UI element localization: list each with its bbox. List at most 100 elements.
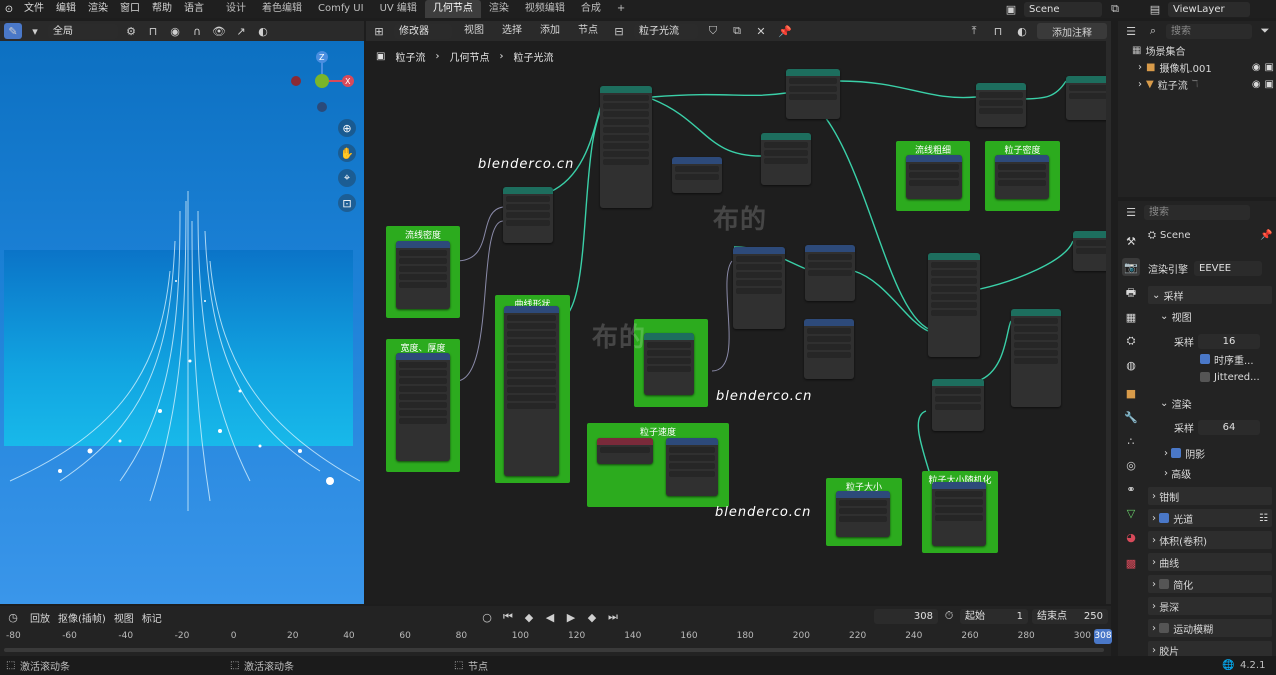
node-points[interactable] bbox=[928, 253, 980, 357]
playback-menu[interactable]: 回放 bbox=[30, 610, 50, 625]
render-samples-field[interactable]: 64 bbox=[1198, 419, 1260, 435]
panel-sampling[interactable]: ⌄ 采样 bbox=[1148, 286, 1272, 304]
outliner-search[interactable]: 搜索 bbox=[1166, 23, 1252, 39]
node-thickness[interactable] bbox=[906, 155, 962, 199]
viewport-samples-field[interactable]: 16 bbox=[1198, 333, 1260, 349]
texture-icon[interactable]: ▩ bbox=[1122, 554, 1140, 572]
frame-ruler[interactable]: -80 -60 -40 -20 0 20 40 60 80 100 120 140 160 180 200 2… bbox=[0, 630, 1111, 646]
tab-compositing[interactable]: 合成 bbox=[573, 0, 609, 18]
node-instance-on-points[interactable] bbox=[1011, 309, 1061, 407]
menu-edit[interactable]: 编辑 bbox=[50, 0, 82, 18]
eye-icon[interactable]: ◉ bbox=[1252, 62, 1261, 73]
node-size[interactable] bbox=[836, 491, 890, 537]
node-density[interactable] bbox=[396, 241, 450, 309]
render-icon[interactable]: ▣ bbox=[1265, 79, 1274, 90]
node-speed[interactable] bbox=[666, 438, 718, 496]
modifier-icon[interactable]: 🔧 bbox=[1122, 408, 1140, 426]
globe-icon[interactable]: 🌐 bbox=[1222, 660, 1234, 671]
eye-icon[interactable]: ◉ bbox=[1252, 79, 1261, 90]
particles-icon[interactable]: ∴ bbox=[1122, 432, 1140, 450]
tool-icon[interactable]: ⚒ bbox=[1122, 232, 1140, 250]
timeline-editor-icon[interactable]: ◷ bbox=[4, 609, 22, 625]
node-random[interactable] bbox=[804, 319, 854, 379]
outliner-editor-icon[interactable]: ☰ bbox=[1122, 23, 1140, 39]
tab-geometry-nodes[interactable]: 几何节点 bbox=[424, 0, 481, 18]
node-scale[interactable] bbox=[672, 157, 722, 193]
checkbox-checked-icon[interactable] bbox=[1159, 513, 1170, 523]
checkbox-unchecked-icon[interactable] bbox=[1159, 623, 1170, 633]
tab-shading[interactable]: 着色编辑 bbox=[254, 0, 310, 18]
object-icon[interactable]: ■ bbox=[1122, 384, 1140, 402]
node-float-curve[interactable] bbox=[733, 247, 785, 329]
menu-file[interactable]: 文件 bbox=[18, 0, 50, 18]
properties-editor-icon[interactable]: ☰ bbox=[1122, 204, 1140, 220]
node-set-material[interactable] bbox=[976, 83, 1026, 127]
node-realize[interactable] bbox=[600, 86, 652, 208]
tab-video-editing[interactable]: 视频编辑 bbox=[517, 0, 573, 18]
gizmo-icon[interactable]: ↗ bbox=[232, 23, 250, 39]
node-instance[interactable] bbox=[503, 187, 553, 243]
node-math[interactable] bbox=[805, 245, 855, 301]
panel-dof[interactable]: › 景深 bbox=[1148, 597, 1272, 615]
modifier-wrench-icon[interactable]: ℸ bbox=[1192, 79, 1198, 90]
pivot-icon[interactable]: ⚙ bbox=[122, 23, 140, 39]
node-set-position[interactable] bbox=[932, 379, 984, 431]
output-icon[interactable]: 🖶 bbox=[1122, 284, 1140, 302]
render-engine-select[interactable]: EEVEE bbox=[1194, 260, 1262, 276]
panel-motion-blur[interactable]: › 运动模糊 bbox=[1148, 619, 1272, 637]
outliner-item-particle[interactable]: › ▼ 粒子流 ℸ ◉ ▣ bbox=[1138, 77, 1274, 92]
marker-menu[interactable]: 标记 bbox=[142, 610, 162, 625]
tab-uv-editing[interactable]: UV 编辑 bbox=[372, 0, 425, 18]
menu-window[interactable]: 窗口 bbox=[114, 0, 146, 18]
panel-clamp[interactable]: › 钳制 bbox=[1148, 487, 1272, 505]
jittered-checkbox-row[interactable]: Jittered... bbox=[1200, 368, 1272, 386]
node-resample[interactable] bbox=[644, 333, 694, 395]
navigation-gizmo[interactable]: Z X bbox=[288, 45, 358, 115]
playhead-marker[interactable]: 308 bbox=[1094, 629, 1112, 644]
node-editor[interactable]: ⊞ 修改器 视图 选择 添加 节点 ⊟ 粒子光流 ⛉ ⧉ ✕ 📌 ⤒ ⊓ ◐ 添… bbox=[366, 21, 1111, 604]
menu-render[interactable]: 渲染 bbox=[82, 0, 114, 18]
view-layer-icon[interactable]: ▦ bbox=[1122, 308, 1140, 326]
snap-icon[interactable]: ⊓ bbox=[144, 23, 162, 39]
next-keyframe-icon[interactable]: ◆ bbox=[583, 609, 601, 625]
properties-search[interactable]: 搜索 bbox=[1144, 204, 1250, 220]
data-icon[interactable]: ▽ bbox=[1122, 504, 1140, 522]
list-icon[interactable]: ☷ bbox=[1259, 513, 1268, 524]
scene-icon[interactable]: ▣ bbox=[1002, 1, 1020, 17]
editor-type-icon[interactable]: ▾ bbox=[26, 23, 44, 39]
checkbox-unchecked-icon[interactable] bbox=[1159, 579, 1170, 589]
material-icon[interactable]: ◕ bbox=[1122, 528, 1140, 546]
proportional-icon[interactable]: ◉ bbox=[166, 23, 184, 39]
physics-icon[interactable]: ◎ bbox=[1122, 456, 1140, 474]
checkbox-unchecked-icon[interactable] bbox=[1200, 372, 1210, 382]
falloff-icon[interactable]: ∩ bbox=[188, 23, 206, 39]
node-group-output[interactable] bbox=[1066, 76, 1111, 120]
jump-end-icon[interactable]: ⏭ bbox=[604, 609, 622, 625]
temporal-checkbox-row[interactable]: 时序重... bbox=[1200, 350, 1272, 368]
checkbox-checked-icon[interactable] bbox=[1171, 448, 1182, 458]
zoom-icon[interactable]: ⊕ bbox=[338, 119, 356, 137]
filter-icon[interactable]: ⌕ bbox=[1144, 23, 1162, 39]
overlay-icon[interactable]: ◐ bbox=[254, 23, 272, 39]
node-curve[interactable] bbox=[504, 306, 559, 476]
subpanel-render[interactable]: ⌄ 渲染 bbox=[1160, 394, 1276, 412]
advanced-row[interactable]: › 高级 bbox=[1164, 464, 1276, 482]
node-editor-scrollbar[interactable] bbox=[1106, 41, 1111, 604]
world-icon[interactable]: ◍ bbox=[1122, 356, 1140, 374]
blender-logo-icon[interactable]: ⊙ bbox=[0, 0, 18, 18]
copy-scene-icon[interactable]: ⧉ bbox=[1106, 1, 1124, 17]
prev-keyframe-icon[interactable]: ◆ bbox=[520, 609, 538, 625]
filter-funnel-icon[interactable]: ⏷ bbox=[1256, 23, 1274, 39]
scene-field[interactable]: Scene bbox=[1024, 1, 1102, 17]
keying-menu[interactable]: 抠像(插帧) bbox=[58, 610, 106, 625]
jump-start-icon[interactable]: ⏮ bbox=[499, 609, 517, 625]
panel-raytracing[interactable]: › 光道 ☷ bbox=[1148, 509, 1272, 527]
timeline-scrollbar[interactable] bbox=[4, 648, 1104, 652]
subpanel-viewport[interactable]: ⌄ 视图 bbox=[1160, 307, 1276, 325]
menu-language[interactable]: 语言 bbox=[178, 0, 210, 18]
pin-icon[interactable]: 📌 bbox=[1260, 230, 1272, 241]
play-reverse-icon[interactable]: ◀ bbox=[541, 609, 559, 625]
constraint-icon[interactable]: ⚭ bbox=[1122, 480, 1140, 498]
clock-icon[interactable]: ⏱ bbox=[940, 608, 958, 624]
current-frame-field[interactable]: 308 bbox=[874, 609, 938, 624]
